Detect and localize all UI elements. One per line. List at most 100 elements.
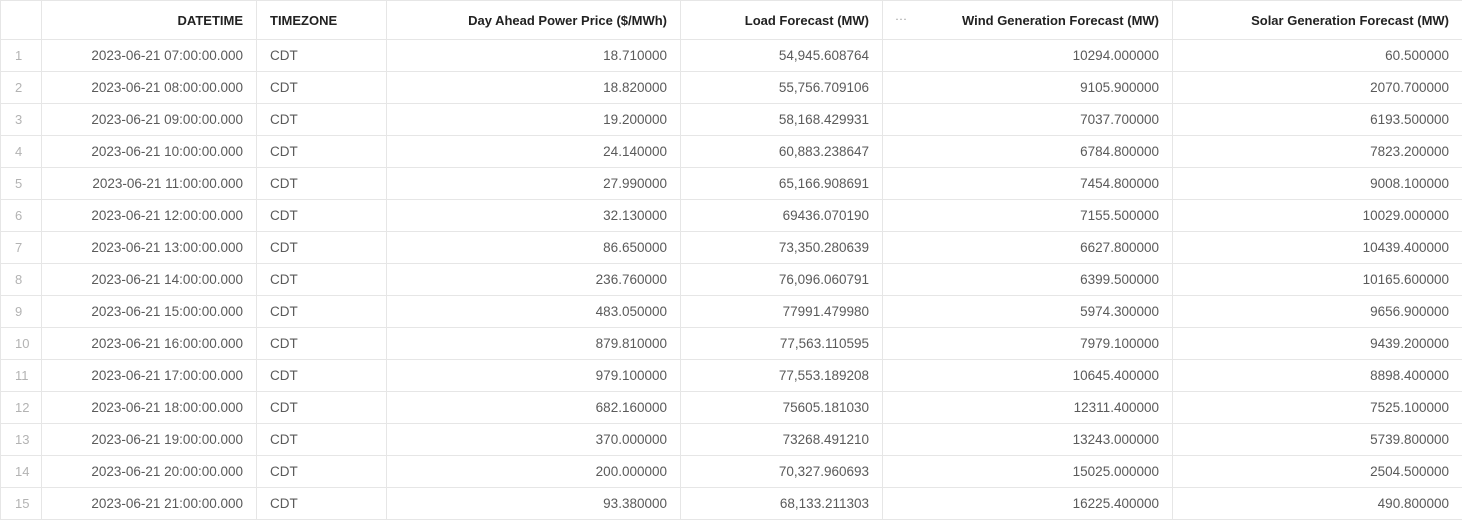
- cell-timezone[interactable]: CDT: [256, 103, 387, 136]
- cell-solar[interactable]: 10439.400000: [1172, 231, 1462, 264]
- cell-price[interactable]: 18.710000: [386, 39, 681, 72]
- cell-load[interactable]: 75605.181030: [680, 391, 883, 424]
- table-row[interactable]: 5 2023-06-21 11:00:00.000 CDT 27.990000 65,1…: [0, 167, 1462, 200]
- row-index[interactable]: 9: [0, 295, 42, 328]
- cell-datetime[interactable]: 2023-06-21 12:00:00.000: [41, 199, 257, 232]
- cell-wind[interactable]: 7979.100000: [882, 327, 1173, 360]
- cell-price[interactable]: 200.000000: [386, 455, 681, 488]
- cell-wind[interactable]: 12311.400000: [882, 391, 1173, 424]
- cell-timezone[interactable]: CDT: [256, 327, 387, 360]
- cell-load[interactable]: 68,133.211303: [680, 487, 883, 520]
- table-row[interactable]: 4 2023-06-21 10:00:00.000 CDT 24.140000 60,8…: [0, 135, 1462, 168]
- cell-wind[interactable]: 10645.400000: [882, 359, 1173, 392]
- column-header-datetime[interactable]: DATETIME: [41, 0, 257, 40]
- cell-timezone[interactable]: CDT: [256, 199, 387, 232]
- cell-solar[interactable]: 5739.800000: [1172, 423, 1462, 456]
- table-row[interactable]: 14 2023-06-21 20:00:00.000 CDT 200.000000 70…: [0, 455, 1462, 488]
- cell-wind[interactable]: 7155.500000: [882, 199, 1173, 232]
- cell-datetime[interactable]: 2023-06-21 21:00:00.000: [41, 487, 257, 520]
- cell-load[interactable]: 77991.479980: [680, 295, 883, 328]
- cell-datetime[interactable]: 2023-06-21 20:00:00.000: [41, 455, 257, 488]
- cell-wind[interactable]: 5974.300000: [882, 295, 1173, 328]
- cell-load[interactable]: 69436.070190: [680, 199, 883, 232]
- cell-price[interactable]: 18.820000: [386, 71, 681, 104]
- cell-datetime[interactable]: 2023-06-21 17:00:00.000: [41, 359, 257, 392]
- column-header-solar[interactable]: Solar Generation Forecast (MW): [1172, 0, 1462, 40]
- table-row[interactable]: 1 2023-06-21 07:00:00.000 CDT 18.710000 54,9…: [0, 39, 1462, 72]
- cell-timezone[interactable]: CDT: [256, 135, 387, 168]
- row-index[interactable]: 14: [0, 455, 42, 488]
- cell-solar[interactable]: 9008.100000: [1172, 167, 1462, 200]
- cell-load[interactable]: 65,166.908691: [680, 167, 883, 200]
- cell-load[interactable]: 70,327.960693: [680, 455, 883, 488]
- cell-timezone[interactable]: CDT: [256, 391, 387, 424]
- cell-datetime[interactable]: 2023-06-21 07:00:00.000: [41, 39, 257, 72]
- row-index[interactable]: 11: [0, 359, 42, 392]
- cell-solar[interactable]: 9439.200000: [1172, 327, 1462, 360]
- row-index[interactable]: 12: [0, 391, 42, 424]
- cell-price[interactable]: 879.810000: [386, 327, 681, 360]
- table-row[interactable]: 8 2023-06-21 14:00:00.000 CDT 236.760000 76,…: [0, 263, 1462, 296]
- row-index[interactable]: 13: [0, 423, 42, 456]
- column-header-wind[interactable]: ··· Wind Generation Forecast (MW): [882, 0, 1173, 40]
- row-index[interactable]: 7: [0, 231, 42, 264]
- cell-load[interactable]: 73268.491210: [680, 423, 883, 456]
- cell-datetime[interactable]: 2023-06-21 18:00:00.000: [41, 391, 257, 424]
- cell-solar[interactable]: 6193.500000: [1172, 103, 1462, 136]
- column-header-load[interactable]: Load Forecast (MW): [680, 0, 883, 40]
- more-horizontal-icon[interactable]: ···: [895, 12, 907, 26]
- cell-solar[interactable]: 10029.000000: [1172, 199, 1462, 232]
- cell-price[interactable]: 483.050000: [386, 295, 681, 328]
- cell-solar[interactable]: 7525.100000: [1172, 391, 1462, 424]
- column-header-price[interactable]: Day Ahead Power Price ($/MWh): [386, 0, 681, 40]
- cell-solar[interactable]: 490.800000: [1172, 487, 1462, 520]
- cell-datetime[interactable]: 2023-06-21 09:00:00.000: [41, 103, 257, 136]
- cell-timezone[interactable]: CDT: [256, 263, 387, 296]
- cell-timezone[interactable]: CDT: [256, 455, 387, 488]
- cell-solar[interactable]: 2070.700000: [1172, 71, 1462, 104]
- table-row[interactable]: 10 2023-06-21 16:00:00.000 CDT 879.810000 77…: [0, 327, 1462, 360]
- cell-wind[interactable]: 7037.700000: [882, 103, 1173, 136]
- cell-load[interactable]: 54,945.608764: [680, 39, 883, 72]
- cell-price[interactable]: 682.160000: [386, 391, 681, 424]
- column-header-timezone[interactable]: TIMEZONE: [256, 0, 387, 40]
- table-row[interactable]: 2 2023-06-21 08:00:00.000 CDT 18.820000 55,7…: [0, 71, 1462, 104]
- cell-datetime[interactable]: 2023-06-21 13:00:00.000: [41, 231, 257, 264]
- cell-timezone[interactable]: CDT: [256, 231, 387, 264]
- cell-wind[interactable]: 10294.000000: [882, 39, 1173, 72]
- cell-datetime[interactable]: 2023-06-21 19:00:00.000: [41, 423, 257, 456]
- cell-solar[interactable]: 8898.400000: [1172, 359, 1462, 392]
- table-row[interactable]: 12 2023-06-21 18:00:00.000 CDT 682.160000 75…: [0, 391, 1462, 424]
- cell-wind[interactable]: 13243.000000: [882, 423, 1173, 456]
- cell-timezone[interactable]: CDT: [256, 39, 387, 72]
- cell-load[interactable]: 77,563.110595: [680, 327, 883, 360]
- table-row[interactable]: 9 2023-06-21 15:00:00.000 CDT 483.050000 779…: [0, 295, 1462, 328]
- cell-solar[interactable]: 2504.500000: [1172, 455, 1462, 488]
- cell-price[interactable]: 19.200000: [386, 103, 681, 136]
- cell-solar[interactable]: 60.500000: [1172, 39, 1462, 72]
- cell-datetime[interactable]: 2023-06-21 16:00:00.000: [41, 327, 257, 360]
- row-index[interactable]: 8: [0, 263, 42, 296]
- table-row[interactable]: 13 2023-06-21 19:00:00.000 CDT 370.000000 73…: [0, 423, 1462, 456]
- cell-wind[interactable]: 6784.800000: [882, 135, 1173, 168]
- cell-wind[interactable]: 15025.000000: [882, 455, 1173, 488]
- cell-load[interactable]: 55,756.709106: [680, 71, 883, 104]
- cell-price[interactable]: 27.990000: [386, 167, 681, 200]
- cell-price[interactable]: 86.650000: [386, 231, 681, 264]
- cell-timezone[interactable]: CDT: [256, 423, 387, 456]
- table-row[interactable]: 11 2023-06-21 17:00:00.000 CDT 979.100000 77…: [0, 359, 1462, 392]
- cell-datetime[interactable]: 2023-06-21 08:00:00.000: [41, 71, 257, 104]
- cell-wind[interactable]: 16225.400000: [882, 487, 1173, 520]
- row-index[interactable]: 6: [0, 199, 42, 232]
- cell-price[interactable]: 370.000000: [386, 423, 681, 456]
- cell-wind[interactable]: 6627.800000: [882, 231, 1173, 264]
- cell-timezone[interactable]: CDT: [256, 167, 387, 200]
- row-index[interactable]: 5: [0, 167, 42, 200]
- cell-wind[interactable]: 7454.800000: [882, 167, 1173, 200]
- table-row[interactable]: 3 2023-06-21 09:00:00.000 CDT 19.200000 58,1…: [0, 103, 1462, 136]
- cell-price[interactable]: 24.140000: [386, 135, 681, 168]
- cell-timezone[interactable]: CDT: [256, 359, 387, 392]
- cell-load[interactable]: 77,553.189208: [680, 359, 883, 392]
- cell-price[interactable]: 236.760000: [386, 263, 681, 296]
- cell-datetime[interactable]: 2023-06-21 10:00:00.000: [41, 135, 257, 168]
